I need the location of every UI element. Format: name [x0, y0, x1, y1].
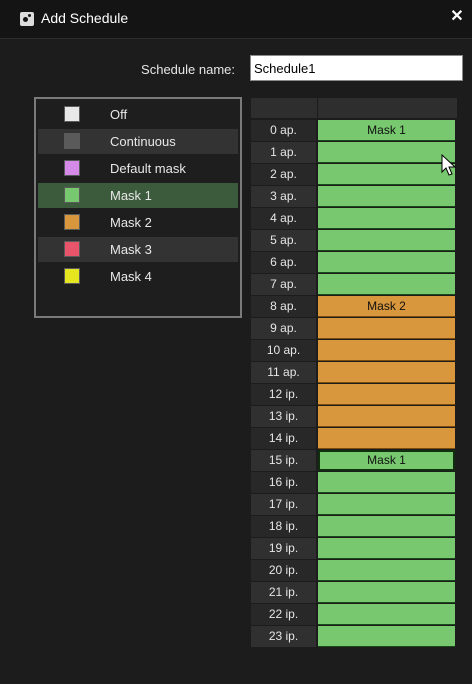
schedule-grid-header	[251, 98, 457, 118]
hour-label: 12 ip.	[251, 384, 316, 405]
legend-item-mask-2[interactable]: Mask 2	[38, 210, 238, 235]
hour-slot-22[interactable]	[318, 604, 455, 625]
legend-label: Mask 2	[110, 215, 152, 230]
legend-label: Mask 3	[110, 242, 152, 257]
slot-mask-label: Mask 2	[367, 299, 406, 313]
legend-item-mask-1[interactable]: Mask 1	[38, 183, 238, 208]
hour-label: 15 ip.	[251, 450, 316, 471]
hour-label: 21 ip.	[251, 582, 316, 603]
legend-swatch	[64, 268, 80, 284]
hour-slot-3[interactable]	[318, 186, 455, 207]
hour-label: 3 ap.	[251, 186, 316, 207]
hour-label: 8 ap.	[251, 296, 316, 317]
hour-slot-17[interactable]	[318, 494, 455, 515]
legend-item-default-mask[interactable]: Default mask	[38, 156, 238, 181]
hour-slot-6[interactable]	[318, 252, 455, 273]
slot-mask-label: Mask 1	[367, 453, 406, 467]
hour-slot-12[interactable]	[318, 384, 455, 405]
hour-label: 11 ap.	[251, 362, 316, 383]
mouse-pointer-icon	[441, 154, 457, 176]
hour-slot-13[interactable]	[318, 406, 455, 427]
legend-item-off[interactable]: Off	[38, 102, 238, 127]
hour-label: 18 ip.	[251, 516, 316, 537]
hour-slot-0[interactable]: Mask 1	[318, 120, 455, 141]
hour-slot-19[interactable]	[318, 538, 455, 559]
hour-label: 2 ap.	[251, 164, 316, 185]
hour-slot-7[interactable]	[318, 274, 455, 295]
hour-label: 14 ip.	[251, 428, 316, 449]
hour-slot-1[interactable]	[318, 142, 455, 163]
hour-label: 19 ip.	[251, 538, 316, 559]
legend-label: Mask 1	[110, 188, 152, 203]
legend-item-mask-3[interactable]: Mask 3	[38, 237, 238, 262]
schedule-settings-icon	[20, 12, 34, 26]
hour-label: 7 ap.	[251, 274, 316, 295]
hour-slot-5[interactable]	[318, 230, 455, 251]
hour-label: 16 ip.	[251, 472, 316, 493]
hour-label: 6 ap.	[251, 252, 316, 273]
hour-slot-2[interactable]	[318, 164, 455, 185]
hour-slot-4[interactable]	[318, 208, 455, 229]
legend-swatch	[64, 106, 80, 122]
schedule-name-label: Schedule name:	[141, 62, 235, 77]
hour-label: 13 ip.	[251, 406, 316, 427]
grid-header-divider	[317, 98, 318, 118]
hour-label: 23 ip.	[251, 626, 316, 647]
hour-slot-23[interactable]	[318, 626, 455, 647]
legend-item-mask-4[interactable]: Mask 4	[38, 264, 238, 289]
legend-label: Mask 4	[110, 269, 152, 284]
legend-label: Default mask	[110, 161, 186, 176]
hour-label: 9 ap.	[251, 318, 316, 339]
hour-label: 17 ip.	[251, 494, 316, 515]
legend-swatch	[64, 187, 80, 203]
hour-slot-14[interactable]	[318, 428, 455, 449]
hour-slot-16[interactable]	[318, 472, 455, 493]
hour-slot-21[interactable]	[318, 582, 455, 603]
schedule-name-input[interactable]	[250, 55, 463, 81]
hour-slot-20[interactable]	[318, 560, 455, 581]
legend-label: Off	[110, 107, 128, 122]
hour-slot-8[interactable]: Mask 2	[318, 296, 455, 317]
legend-swatch	[64, 160, 80, 176]
hour-label: 0 ap.	[251, 120, 316, 141]
legend-swatch	[64, 214, 80, 230]
legend-swatch	[64, 241, 80, 257]
hour-label: 4 ap.	[251, 208, 316, 229]
hour-slot-15[interactable]: Mask 1	[318, 450, 455, 471]
slot-mask-label: Mask 1	[367, 123, 406, 137]
hour-slot-9[interactable]	[318, 318, 455, 339]
hour-label: 5 ap.	[251, 230, 316, 251]
title-bar: Add Schedule ✕	[0, 0, 472, 39]
window-title: Add Schedule	[41, 10, 129, 26]
hour-label: 10 ap.	[251, 340, 316, 361]
legend-swatch	[64, 133, 80, 149]
close-icon[interactable]: ✕	[448, 8, 466, 26]
legend-item-continuous[interactable]: Continuous	[38, 129, 238, 154]
legend-label: Continuous	[110, 134, 176, 149]
hour-slot-18[interactable]	[318, 516, 455, 537]
hour-label: 20 ip.	[251, 560, 316, 581]
hour-slot-10[interactable]	[318, 340, 455, 361]
hour-slot-11[interactable]	[318, 362, 455, 383]
hour-label: 22 ip.	[251, 604, 316, 625]
hour-label: 1 ap.	[251, 142, 316, 163]
mask-legend-panel: Off Continuous Default mask Mask 1 Mask …	[34, 97, 242, 318]
